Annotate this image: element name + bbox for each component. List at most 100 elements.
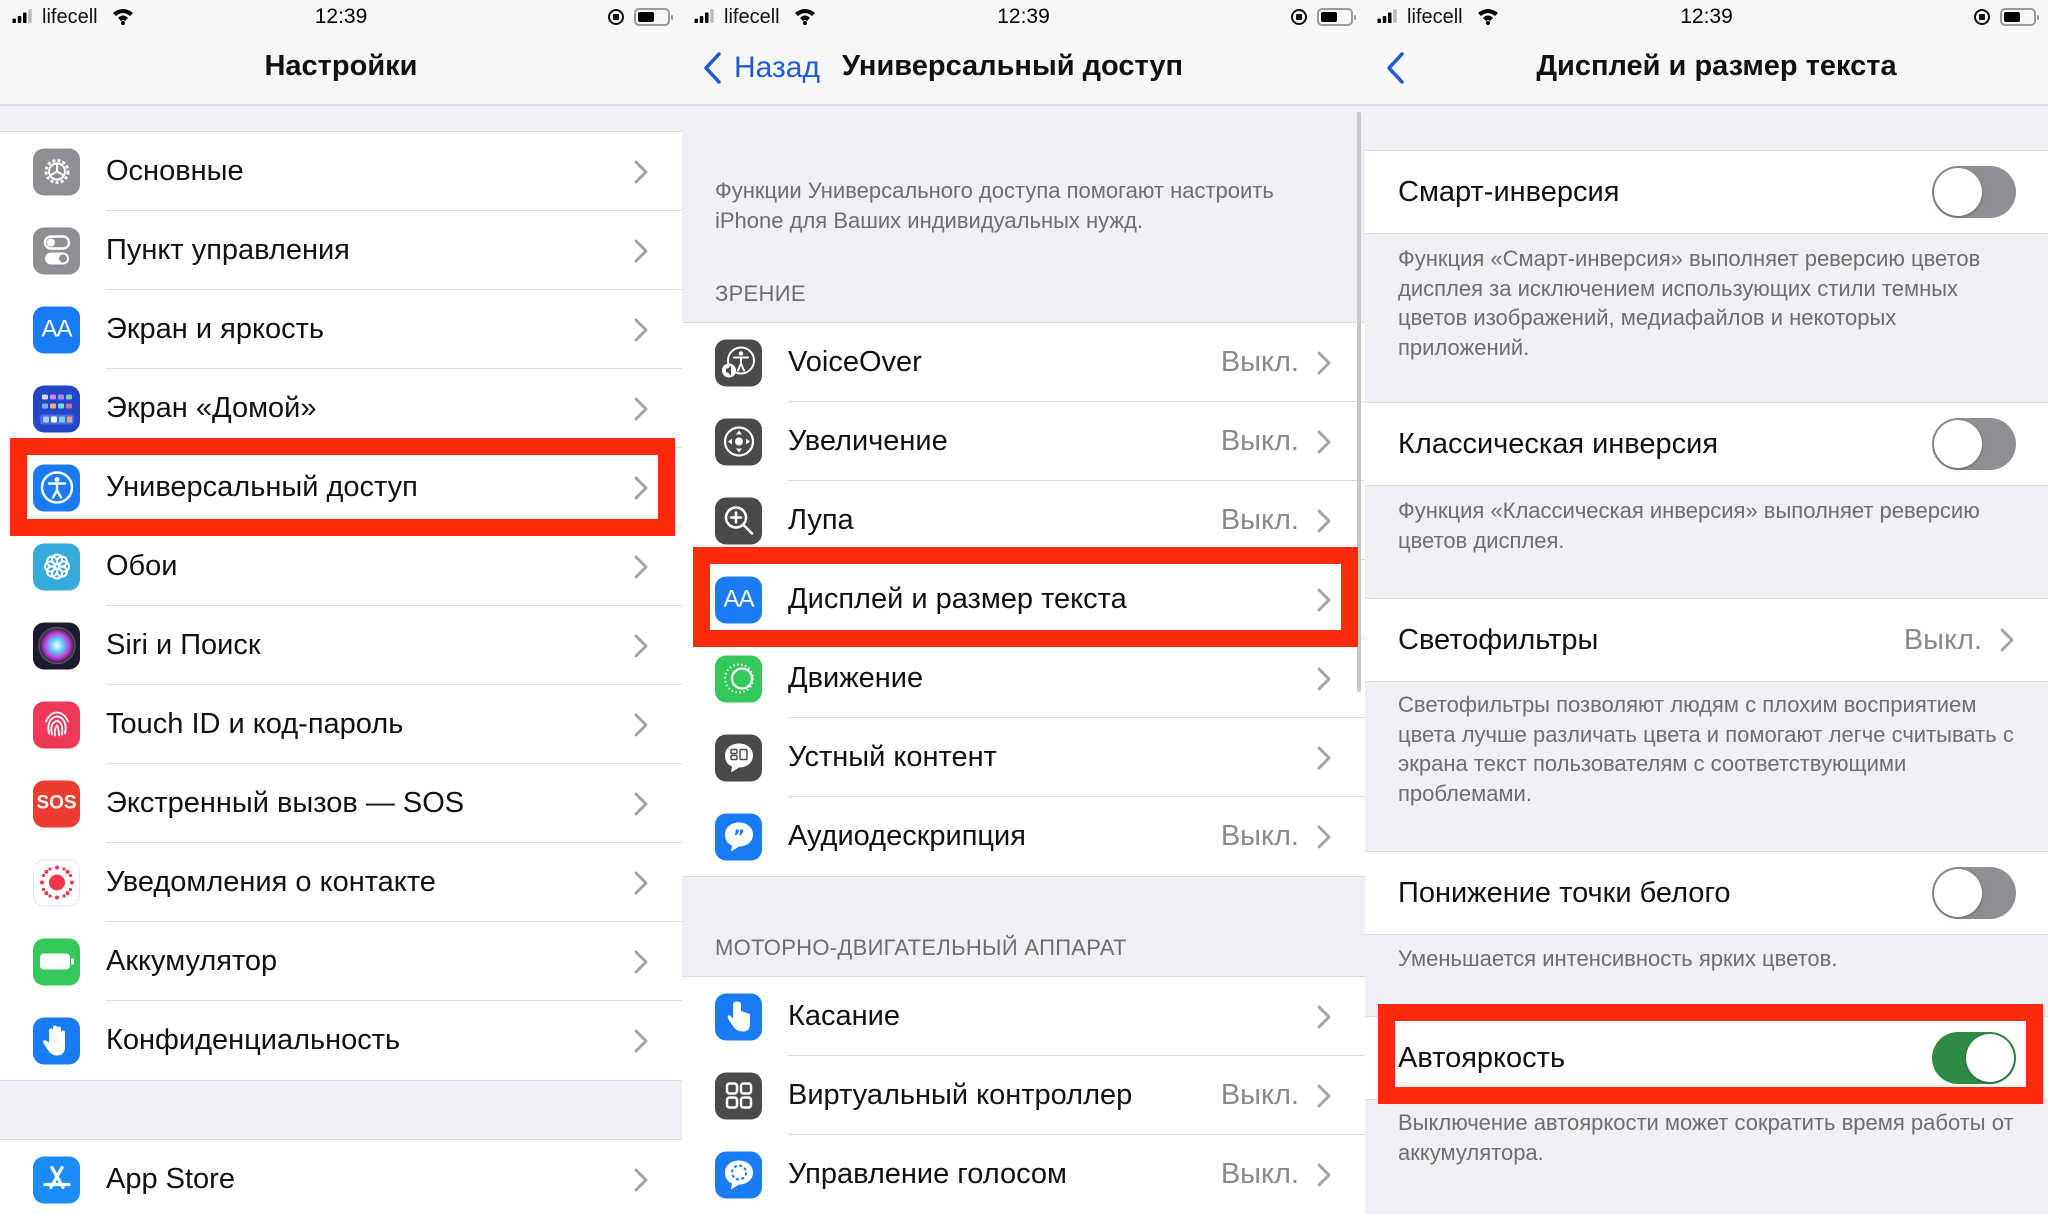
chevron-right-icon — [634, 792, 648, 816]
gear-icon — [33, 148, 80, 195]
motor-list: Касание Виртуальный контроллер Выкл. Управл… — [682, 976, 1365, 1214]
settings-item-label: Обои — [106, 550, 178, 582]
settings-item-audio-description[interactable]: ” Аудиодескрипция Выкл. — [682, 797, 1365, 876]
settings-item-battery[interactable]: Аккумулятор — [0, 922, 682, 1001]
chevron-right-icon — [634, 634, 648, 658]
settings-item-label: Увеличение — [788, 425, 948, 457]
settings-item-label: Универсальный доступ — [106, 471, 418, 503]
chevron-right-icon — [2000, 628, 2014, 652]
settings-item-zoom[interactable]: Увеличение Выкл. — [682, 402, 1365, 481]
chevron-right-icon — [1317, 667, 1331, 691]
chevron-right-icon — [634, 1168, 648, 1192]
reduce-white-point-toggle[interactable] — [1932, 867, 2016, 919]
settings-item-value: Выкл. — [1220, 820, 1299, 852]
chevron-right-icon — [634, 239, 648, 263]
settings-item-label: Виртуальный контроллер — [788, 1079, 1133, 1111]
setting-smart-invert[interactable]: Смарт-инверсия — [1365, 151, 2048, 233]
section-header-vision: ЗРЕНИЕ — [715, 281, 806, 306]
navigation-bar: Дисплей и размер текста — [1365, 36, 2048, 106]
status-time: 12:39 — [314, 5, 368, 28]
settings-item-privacy-hand[interactable]: Конфиденциальность — [0, 1001, 682, 1080]
settings-item-home-screen[interactable]: Экран «Домой» — [0, 369, 682, 448]
settings-item-label: Siri и Поиск — [106, 629, 261, 661]
back-button[interactable]: Назад — [702, 48, 820, 88]
display-brightness-icon: AA — [33, 306, 80, 353]
setting-group: Светофильтры Выкл. — [1365, 598, 2048, 682]
settings-item-value: Выкл. — [1220, 504, 1299, 536]
settings-item-sos[interactable]: SOS Экстренный вызов — SOS — [0, 764, 682, 843]
setting-classic-invert[interactable]: Классическая инверсия — [1365, 403, 2048, 485]
settings-item-label: Аккумулятор — [106, 945, 278, 977]
setting-value: Выкл. — [1903, 623, 1982, 656]
setting-color-filters[interactable]: Светофильтры Выкл. — [1365, 599, 2048, 681]
settings-item-label: Экран и яркость — [106, 313, 324, 345]
settings-item-display-brightness[interactable]: AA Экран и яркость — [0, 290, 682, 369]
settings-item-switch-control[interactable]: Виртуальный контроллер Выкл. — [682, 1056, 1365, 1135]
classic-invert-toggle[interactable] — [1932, 418, 2016, 470]
page-title: Универсальный доступ — [842, 50, 1184, 82]
scrollbar[interactable] — [1357, 112, 1361, 692]
setting-label: Понижение точки белого — [1398, 876, 1731, 909]
settings-item-motion[interactable]: Движение — [682, 639, 1365, 718]
setting-label: Светофильтры — [1398, 623, 1599, 656]
setting-group: Понижение точки белого — [1365, 851, 2048, 935]
settings-item-label: Касание — [788, 1000, 900, 1032]
control-center-icon — [33, 227, 80, 274]
setting-reduce-white-point[interactable]: Понижение точки белого — [1365, 852, 2048, 934]
status-time: 12:39 — [997, 5, 1050, 28]
chevron-right-icon — [634, 950, 648, 974]
chevron-right-icon — [634, 713, 648, 737]
settings-item-wallpaper[interactable]: Обои — [0, 527, 682, 606]
settings-item-voice-control[interactable]: Управление голосом Выкл. — [682, 1135, 1365, 1214]
status-bar: lifecell 12:39 — [682, 0, 1365, 36]
setting-description: Светофильтры позволяют людям с плохим во… — [1398, 692, 2014, 806]
voiceover-icon — [715, 339, 762, 386]
settings-item-touch[interactable]: Касание — [682, 977, 1365, 1056]
exposure-notification-icon — [33, 859, 80, 906]
settings-item-display-text-size[interactable]: AA Дисплей и размер текста — [682, 560, 1365, 639]
chevron-right-icon — [634, 1029, 648, 1053]
settings-item-label: Экран «Домой» — [106, 392, 317, 424]
chevron-right-icon — [1317, 1163, 1331, 1187]
settings-item-label: Движение — [788, 662, 924, 694]
svg-text:”: ” — [733, 827, 745, 848]
home-screen-icon — [33, 385, 80, 432]
accessibility-description: Функции Универсального доступа помогают … — [715, 178, 1274, 233]
settings-item-label: Конфиденциальность — [106, 1024, 401, 1056]
settings-item-value: Выкл. — [1220, 346, 1299, 378]
display-text-size-panel: lifecell 12:39 Дисплей и размер текста С… — [1365, 0, 2048, 1214]
settings-item-value: Выкл. — [1220, 1158, 1299, 1190]
auto-brightness-toggle[interactable] — [1932, 1032, 2016, 1084]
setting-description: Функция «Классическая инверсия» выполняе… — [1398, 498, 1980, 553]
setting-group: Автояркость — [1365, 1016, 2048, 1100]
settings-panel: lifecell 12:39 Настройки Основные Пункт у… — [0, 0, 682, 1214]
settings-item-label: Экстренный вызов — SOS — [106, 787, 465, 819]
settings-item-control-center[interactable]: Пункт управления — [0, 211, 682, 290]
settings-item-spoken-content[interactable]: Устный контент — [682, 718, 1365, 797]
status-bar: lifecell 12:39 — [1365, 0, 2048, 36]
setting-auto-brightness[interactable]: Автояркость — [1365, 1017, 2048, 1099]
settings-item-fingerprint[interactable]: Touch ID и код-пароль — [0, 685, 682, 764]
orientation-lock-icon — [608, 9, 624, 25]
chevron-right-icon — [634, 397, 648, 421]
settings-item-accessibility[interactable]: Универсальный доступ — [0, 448, 682, 527]
settings-item-gear[interactable]: Основные — [0, 132, 682, 211]
spoken-content-icon — [715, 734, 762, 781]
display-text-size-icon: AA — [715, 576, 762, 623]
magnifier-icon — [715, 497, 762, 544]
battery-icon — [33, 938, 80, 985]
settings-item-siri[interactable]: Siri и Поиск — [0, 606, 682, 685]
settings-item-exposure-notification[interactable]: Уведомления о контакте — [0, 843, 682, 922]
settings-item-label: App Store — [106, 1163, 235, 1195]
chevron-right-icon — [1317, 509, 1331, 533]
settings-item-voiceover[interactable]: VoiceOver Выкл. — [682, 323, 1365, 402]
settings-item-app-store[interactable]: App Store — [0, 1140, 682, 1214]
smart-invert-toggle[interactable] — [1932, 166, 2016, 218]
navigation-bar: Настройки — [0, 36, 682, 106]
app-store-icon — [33, 1156, 80, 1203]
setting-description: Уменьшается интенсивность ярких цветов. — [1398, 946, 1838, 971]
setting-group: Классическая инверсия — [1365, 402, 2048, 486]
settings-item-value: Выкл. — [1220, 425, 1299, 457]
privacy-hand-icon — [33, 1017, 80, 1064]
settings-item-magnifier[interactable]: Лупа Выкл. — [682, 481, 1365, 560]
